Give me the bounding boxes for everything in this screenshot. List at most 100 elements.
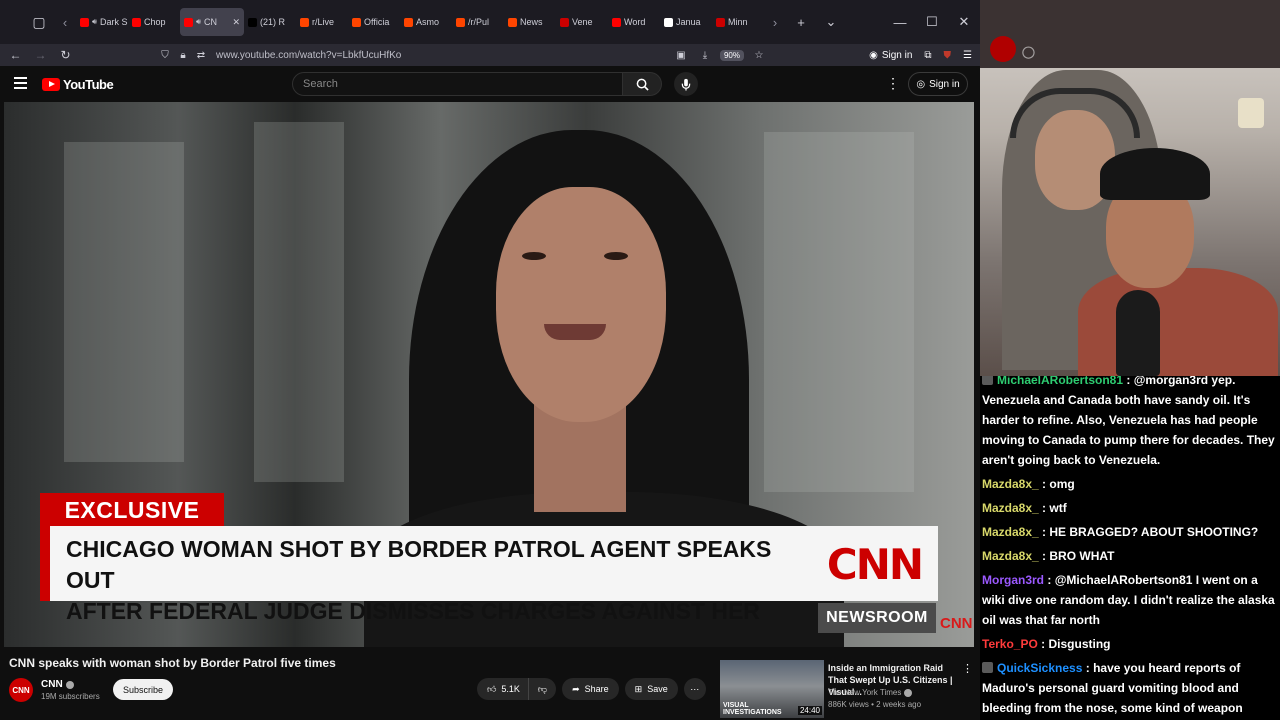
account-icon: ◉ [869, 49, 878, 61]
permissions-icon[interactable]: ⇄ [192, 50, 210, 61]
channel-avatar[interactable]: CNN [9, 678, 33, 702]
streamer-cap [1100, 148, 1210, 200]
search-icon [636, 78, 649, 91]
chat-username[interactable]: Mazda8x_ [982, 501, 1039, 515]
browser-tab[interactable]: /r/Pul [452, 8, 504, 36]
chat-username[interactable]: MichaelARobertson81 [997, 376, 1123, 387]
microphone-icon [681, 78, 691, 91]
youtube-logo[interactable]: YouTube [42, 77, 114, 92]
tab-favicon-icon [560, 17, 569, 27]
news-chyron: EXCLUSIVE CHICAGO WOMAN SHOT BY BORDER P… [40, 493, 940, 624]
tab-scroll-right-icon[interactable]: › [764, 15, 786, 30]
browser-tab[interactable]: Asmo [400, 8, 452, 36]
tab-close-icon[interactable]: ✕ [232, 17, 240, 28]
channel-name-link[interactable]: CNN [41, 679, 74, 690]
save-to-pocket-icon[interactable]: ⤓ [696, 50, 714, 61]
close-window-icon[interactable]: ✕ [948, 14, 980, 30]
reload-icon[interactable]: ↻ [53, 48, 78, 62]
account-signin-button[interactable]: ◉ Sign in [869, 50, 912, 61]
video-actions: 👍︎ 5.1K 👎︎ ➦ Share ⊞ Save ⋯ [477, 678, 706, 700]
bookmark-star-icon[interactable]: ☆ [750, 50, 768, 61]
browser-tab[interactable]: News [504, 8, 556, 36]
more-actions-button[interactable]: ⋯ [683, 678, 706, 700]
browser-tab[interactable]: 🔊︎ Dark S [76, 8, 128, 36]
browser-tab[interactable]: Janua [660, 8, 712, 36]
browser-tab[interactable]: (21) R [244, 8, 296, 36]
subscribe-button[interactable]: Subscribe [113, 679, 173, 700]
maximize-icon[interactable]: ☐ [916, 14, 948, 30]
youtube-signin-button[interactable]: ◎ Sign in [908, 72, 968, 96]
tab-favicon-icon [664, 17, 673, 27]
minimize-icon[interactable]: — [884, 15, 916, 30]
browser-tab[interactable]: Word [608, 8, 660, 36]
tab-favicon-icon [612, 17, 621, 27]
forward-icon[interactable]: → [28, 48, 53, 62]
tab-label: Asmo [416, 17, 440, 27]
chat-username[interactable]: Morgan3rd [982, 573, 1044, 587]
background-window [64, 142, 184, 462]
share-button[interactable]: ➦ Share [562, 678, 619, 700]
thumbnail-label-line-1: VISUAL [723, 702, 749, 709]
recommended-channel-name: The New York Times [828, 688, 902, 697]
save-label: Save [647, 684, 668, 694]
chat-text: @morgan3rd yep. Venezuela and Canada bot… [982, 376, 1275, 467]
tab-label: Minn [728, 17, 748, 27]
tab-label: (21) R [260, 17, 286, 27]
tab-label: News [520, 17, 543, 27]
tab-list-icon[interactable]: ▢ [24, 7, 54, 37]
chat-message: QuickSickness : have you heard reports o… [982, 658, 1276, 718]
browser-tabs: 🔊︎ Dark S Chop 🔊︎ CN ✕ (21) R r/Live Officia Asmo… [76, 6, 764, 38]
search-input[interactable] [292, 72, 623, 96]
chat-badge-icon [982, 376, 993, 385]
lock-icon[interactable]: 🔒︎ [174, 50, 192, 61]
tab-overflow-chevron-icon[interactable]: ⌄ [816, 14, 846, 30]
extensions-icon[interactable]: ⧉ [924, 50, 931, 61]
browser-tab[interactable]: Minn [712, 8, 764, 36]
chat-text: BRO WHAT [1049, 549, 1115, 563]
url-text[interactable]: www.youtube.com/watch?v=LbkfUcuHfKo [216, 50, 401, 61]
chat-username[interactable]: QuickSickness [997, 661, 1082, 675]
browser-tab[interactable]: Chop [128, 8, 180, 36]
back-icon[interactable]: ← [3, 48, 28, 62]
browser-tab[interactable]: 🔊︎ CN ✕ [180, 8, 244, 36]
dislike-button[interactable]: 👎︎ [527, 678, 557, 700]
settings-kebab-icon[interactable]: ⋮ [886, 76, 900, 90]
chat-badge-icon [982, 662, 993, 673]
streamer-webcam: ○ [980, 0, 1280, 376]
shield-icon[interactable]: ⛉ [156, 50, 174, 61]
voice-search-button[interactable] [674, 72, 698, 96]
tab-audio-icon[interactable]: 🔊︎ [92, 17, 97, 27]
url-bar[interactable]: ⛉ 🔒︎ ⇄ www.youtube.com/watch?v=LbkfUcuHf… [156, 44, 768, 66]
menu-icon[interactable]: ☰ [963, 50, 972, 61]
recommended-thumbnail[interactable]: VISUAL INVESTIGATIONS 24:40 [720, 660, 824, 718]
recommended-channel[interactable]: The New York Times [828, 688, 913, 697]
recommended-menu-icon[interactable]: ⋮ [962, 662, 973, 675]
youtube-header: YouTube ⋮ ◎ Sign in [0, 66, 980, 102]
verified-check-icon [65, 680, 74, 689]
chat-separator: : [1038, 549, 1050, 563]
tab-audio-icon[interactable]: 🔊︎ [196, 17, 201, 27]
new-tab-icon[interactable]: + [786, 15, 816, 30]
recommended-video[interactable]: VISUAL INVESTIGATIONS 24:40 Inside an Im… [720, 660, 980, 720]
chat-username[interactable]: Mazda8x_ [982, 525, 1039, 539]
share-arrow-icon: ➦ [572, 683, 580, 694]
zoom-level[interactable]: 90% [719, 49, 744, 61]
chat-username[interactable]: Mazda8x_ [982, 477, 1039, 491]
tab-scroll-left-icon[interactable]: ‹ [54, 15, 76, 30]
picture-in-picture-icon[interactable]: ▣ [672, 50, 690, 61]
streamer-body [1078, 268, 1278, 376]
search-button[interactable] [623, 72, 662, 96]
guide-menu-icon[interactable] [14, 77, 27, 89]
like-button[interactable]: 👍︎ 5.1K [477, 678, 528, 700]
chat-username[interactable]: Terko_PO [982, 637, 1038, 651]
save-button[interactable]: ⊞ Save [624, 678, 678, 700]
browser-tab[interactable]: r/Live [296, 8, 348, 36]
browser-tab[interactable]: Officia [348, 8, 400, 36]
ublock-icon[interactable]: ⛊ [944, 50, 952, 61]
chat-username[interactable]: Mazda8x_ [982, 549, 1039, 563]
video-player[interactable]: EXCLUSIVE CHICAGO WOMAN SHOT BY BORDER P… [4, 102, 974, 647]
browser-tab[interactable]: Vene [556, 8, 608, 36]
interviewee-eye [522, 252, 546, 260]
wall-sticker [1238, 98, 1264, 128]
background-window [254, 122, 344, 482]
